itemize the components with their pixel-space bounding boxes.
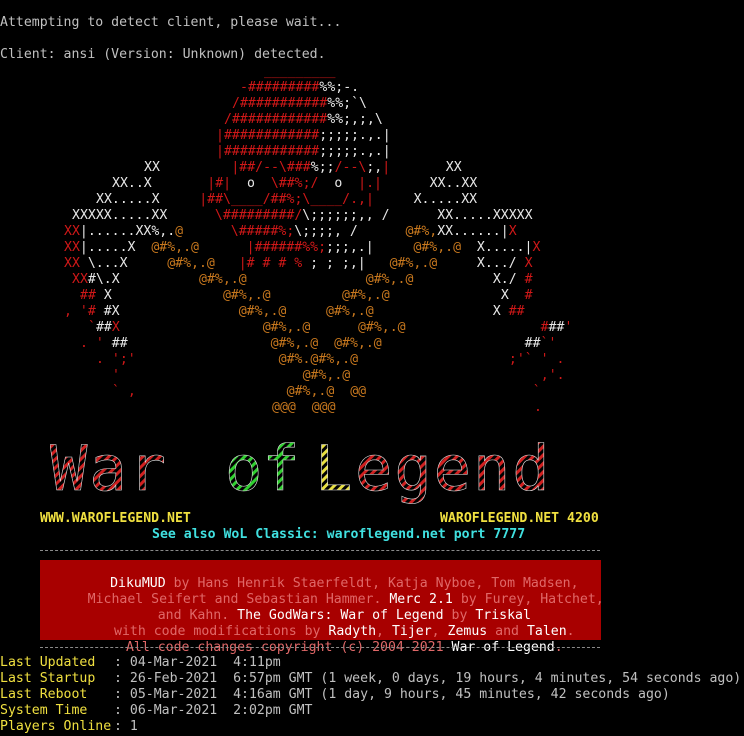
stat-value: : 26-Feb-2021 6:57pm GMT (1 week, 0 days… bbox=[114, 671, 742, 686]
stat-value: : 04-Mar-2021 4:11pm bbox=[114, 655, 281, 670]
stat-row: Players Online: 1 bbox=[0, 719, 138, 735]
svg-text:War: War bbox=[50, 432, 168, 505]
stat-row: System Time : 06-Mar-2021 2:02pm GMT bbox=[0, 703, 313, 719]
website-url[interactable]: WWW.WAROFLEGEND.NET bbox=[40, 511, 191, 527]
classic-server-line: See also WoL Classic: waroflegend.net po… bbox=[152, 527, 526, 542]
stat-value: : 1 bbox=[114, 719, 138, 734]
svg-text:L: L bbox=[315, 432, 352, 505]
server-address[interactable]: WAROFLEGEND.NET 4200 bbox=[440, 511, 599, 527]
divider-top bbox=[40, 550, 600, 551]
war-of-legend-logo: War of L egend bbox=[50, 432, 552, 506]
stat-row: Last Startup : 26-Feb-2021 6:57pm GMT (1 … bbox=[0, 671, 741, 687]
stat-value: : 06-Mar-2021 2:02pm GMT bbox=[114, 703, 313, 718]
credits-banner: DikuMUD by Hans Henrik Staerfeldt, Katja… bbox=[40, 560, 604, 655]
client-line: Client: ansi (Version: Unknown) detected… bbox=[0, 47, 326, 62]
stat-label: System Time bbox=[0, 703, 88, 718]
svg-text:egend: egend bbox=[355, 432, 552, 505]
stat-row: Last Updated : 04-Mar-2021 4:11pm bbox=[0, 655, 281, 671]
stat-label: Last Updated bbox=[0, 655, 96, 670]
detect-line: Attempting to detect client, please wait… bbox=[0, 15, 342, 30]
stat-row: Last Reboot : 05-Mar-2021 4:16am GMT (1 d… bbox=[0, 687, 670, 703]
stat-value: : 05-Mar-2021 4:16am GMT (1 day, 9 hours… bbox=[114, 687, 670, 702]
divider-bottom bbox=[40, 647, 600, 648]
svg-text:of: of bbox=[225, 432, 300, 505]
stat-label: Players Online bbox=[0, 719, 112, 734]
stat-label: Last Reboot bbox=[0, 687, 88, 702]
stat-label: Last Startup bbox=[0, 671, 96, 686]
